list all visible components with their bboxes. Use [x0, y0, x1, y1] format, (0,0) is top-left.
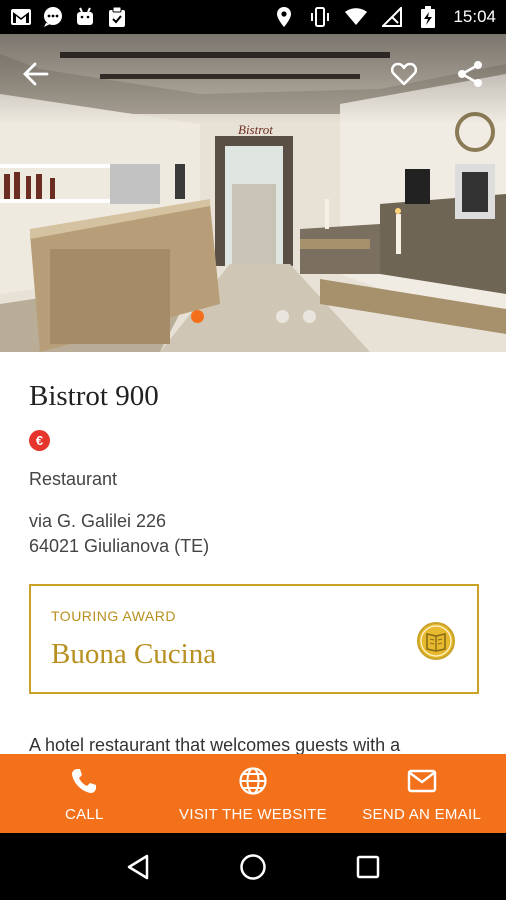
hero-photo[interactable]: Bistrot — [0, 34, 506, 352]
back-arrow-icon — [23, 62, 49, 86]
award-name: Buona Cucina — [51, 638, 217, 670]
battery-charging-icon — [417, 6, 439, 28]
venue-description: A hotel restaurant that welcomes guests … — [29, 735, 401, 755]
venue-address[interactable]: via G. Galilei 226 64021 Giulianova (TE) — [29, 509, 209, 559]
visit-website-label: VISIT THE WEBSITE — [179, 806, 327, 823]
carousel-dot[interactable] — [303, 310, 316, 323]
venue-name: Bistrot 900 — [29, 380, 159, 412]
call-button[interactable]: CALL — [0, 754, 169, 833]
back-triangle-icon — [127, 854, 148, 879]
carousel-dot[interactable] — [276, 310, 289, 323]
visit-website-button[interactable]: VISIT THE WEBSITE — [169, 754, 338, 833]
address-line-2: 64021 Giulianova (TE) — [29, 536, 210, 556]
share-button[interactable] — [452, 56, 488, 92]
venue-category: Restaurant — [29, 469, 118, 489]
share-icon — [458, 61, 482, 87]
gmail-icon — [10, 6, 32, 28]
favorite-button[interactable] — [386, 56, 422, 92]
system-navigation-bar — [0, 833, 506, 900]
system-icons: 15:04 — [273, 6, 496, 28]
send-email-label: SEND AN EMAIL — [362, 806, 482, 823]
globe-icon — [239, 767, 267, 795]
award-book-icon — [417, 622, 455, 660]
vibrate-icon — [309, 6, 331, 28]
clipboard-icon — [106, 6, 128, 28]
no-signal-icon — [381, 6, 403, 28]
chat-icon — [42, 6, 64, 28]
award-label: TOURING AWARD — [51, 608, 176, 624]
status-bar: 15:04 — [0, 0, 506, 34]
mail-icon — [407, 769, 436, 793]
android-icon — [74, 6, 96, 28]
hero-toolbar — [0, 34, 506, 114]
location-icon — [273, 6, 295, 28]
touring-award-card: TOURING AWARD Buona Cucina — [29, 584, 479, 694]
nav-back-button[interactable] — [118, 847, 158, 887]
contact-action-bar: CALL VISIT THE WEBSITE SEND AN EMAIL — [0, 754, 506, 833]
wifi-icon — [345, 6, 368, 28]
home-circle-icon — [240, 853, 266, 880]
phone-icon — [72, 769, 97, 793]
nav-home-button[interactable] — [233, 847, 273, 887]
back-button[interactable] — [18, 56, 54, 92]
recents-square-icon — [357, 855, 380, 878]
clock-time: 15:04 — [453, 7, 496, 26]
nav-recents-button[interactable] — [348, 847, 388, 887]
bistrot-sign: Bistrot — [238, 122, 273, 137]
address-line-1: via G. Galilei 226 — [29, 511, 167, 531]
price-level-badge: € — [29, 430, 50, 451]
call-label: CALL — [64, 806, 104, 823]
send-email-button[interactable]: SEND AN EMAIL — [337, 754, 506, 833]
heart-icon — [391, 62, 417, 86]
notification-icons — [10, 6, 128, 28]
carousel-dot-active[interactable] — [191, 310, 204, 323]
